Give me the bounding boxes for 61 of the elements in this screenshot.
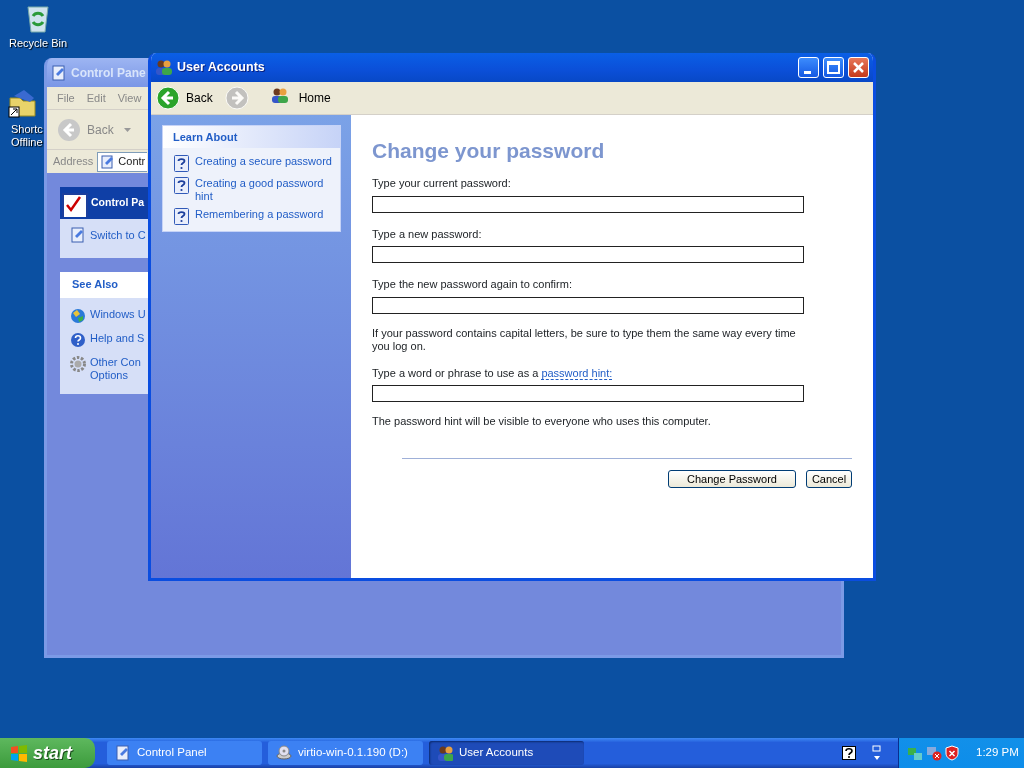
dropdown-caret-icon <box>123 127 131 132</box>
back-button[interactable]: Back <box>57 117 118 142</box>
field-label: Type your current password: <box>372 176 512 192</box>
icon-label: Shortc Offline <box>10 123 44 149</box>
back-button[interactable]: Back <box>156 86 217 110</box>
users-icon <box>437 745 453 761</box>
disc-drive-icon <box>276 745 292 761</box>
panel-title: See Also <box>60 271 148 298</box>
taskbar-button[interactable]: virtio-win-0.1.190 (D:) <box>268 741 423 765</box>
shield-icon[interactable] <box>945 745 959 761</box>
globe-icon <box>70 307 86 324</box>
hint-field[interactable] <box>372 385 804 403</box>
expand-arrows-icon[interactable] <box>872 745 882 761</box>
menu-item[interactable]: View <box>117 89 142 107</box>
see-also-link[interactable]: Help and S <box>60 327 148 352</box>
network-error-icon[interactable] <box>926 745 942 761</box>
help-icon <box>174 208 189 225</box>
gear-icon <box>70 355 86 372</box>
change-password-button[interactable]: Change Password <box>668 470 796 489</box>
password-field[interactable] <box>372 296 804 314</box>
help-icon <box>70 331 86 348</box>
field-label: Type a word or phrase to use as a password hint: <box>372 365 614 382</box>
icon-label: Recycle Bin <box>7 37 69 50</box>
cancel-button[interactable]: Cancel <box>806 470 852 489</box>
address-label: Address <box>53 154 94 170</box>
hint-link[interactable]: password hint: <box>541 366 613 380</box>
window-title: Control Pane <box>71 64 146 82</box>
switch-view-link[interactable]: Switch to C <box>60 219 146 258</box>
panel-title: Learn About <box>163 126 340 148</box>
menu-item[interactable]: Edit <box>86 89 106 107</box>
control-panel-icon <box>115 745 131 761</box>
see-also-link[interactable]: Other Con Options <box>60 351 148 386</box>
windows-logo-icon <box>10 744 28 762</box>
help-icon[interactable] <box>842 746 856 760</box>
users-icon <box>155 58 173 77</box>
field-label: Type the new password again to confirm: <box>372 277 573 293</box>
password-field[interactable] <box>372 195 804 213</box>
clock-time: 1:29 PM <box>976 745 1019 761</box>
note-text: If your password contains capital letters, be sure to type them the same way every time you log on. <box>372 326 797 353</box>
help-link[interactable]: Creating a good password hint <box>163 175 340 206</box>
help-link[interactable]: Remembering a password <box>163 206 340 228</box>
start-button[interactable]: start <box>0 738 95 768</box>
taskbar-button[interactable]: User Accounts <box>429 741 584 765</box>
control-panel-icon <box>101 154 116 169</box>
see-also-link[interactable]: Windows U <box>60 303 148 328</box>
help-link[interactable]: Creating a secure password <box>163 153 340 175</box>
window-title: User Accounts <box>177 59 265 77</box>
menu-item[interactable]: File <box>57 89 75 107</box>
note-text: The password hint will be visible to everyone who uses this computer. <box>372 415 712 429</box>
help-icon <box>174 155 189 172</box>
folder-shortcut-icon <box>6 88 38 120</box>
home-button[interactable]: Home <box>270 87 335 109</box>
page-heading: Change your password <box>372 138 606 164</box>
field-label: Type a new password: <box>372 226 483 242</box>
taskbar-button[interactable]: Control Panel <box>107 741 262 765</box>
password-field[interactable] <box>372 246 804 264</box>
control-panel-icon <box>70 227 86 243</box>
help-icon <box>174 177 189 194</box>
address-field[interactable]: Contr <box>97 151 148 172</box>
panel-title: Control Pa <box>91 195 145 211</box>
control-panel-icon <box>51 64 67 81</box>
